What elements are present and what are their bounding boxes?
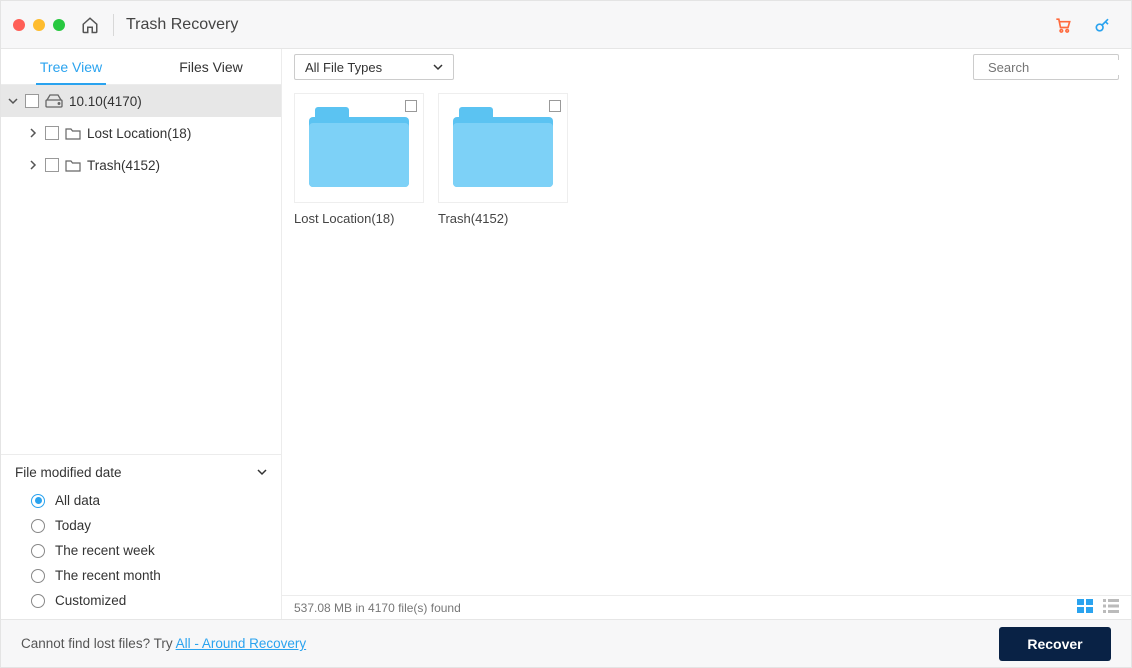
minimize-window-button[interactable] — [33, 19, 45, 31]
filter-header[interactable]: File modified date — [15, 465, 267, 480]
chevron-down-icon — [433, 60, 443, 75]
tab-label: Tree View — [40, 59, 102, 75]
traffic-lights — [13, 19, 65, 31]
tree-root[interactable]: 10.10(4170) — [1, 85, 281, 117]
grid-item-folder[interactable]: Trash(4152) — [438, 93, 568, 226]
toolbar: All File Types — [282, 49, 1131, 85]
filter-option-today[interactable]: Today — [15, 513, 267, 538]
status-text: 537.08 MB in 4170 file(s) found — [294, 601, 461, 615]
thumbnail — [438, 93, 568, 203]
filter-option-label: The recent week — [55, 543, 155, 558]
titlebar: Trash Recovery — [1, 1, 1131, 49]
filter-panel: File modified date All data Today The re… — [1, 454, 281, 619]
search-input[interactable] — [988, 60, 1131, 75]
titlebar-actions — [1053, 1, 1113, 48]
checkbox[interactable] — [25, 94, 39, 108]
file-grid: Lost Location(18) Trash(4152) — [282, 85, 1131, 595]
chevron-down-icon — [257, 465, 267, 480]
key-icon[interactable] — [1093, 15, 1113, 35]
page-title: Trash Recovery — [126, 16, 238, 34]
filter-option-all-data[interactable]: All data — [15, 488, 267, 513]
filter-option-label: Customized — [55, 593, 126, 608]
view-mode-toggles — [1077, 599, 1119, 616]
radio[interactable] — [31, 519, 45, 533]
tree: 10.10(4170) Lost Location(18) — [1, 85, 281, 454]
tree-child[interactable]: Lost Location(18) — [1, 117, 281, 149]
dropdown-value: All File Types — [305, 60, 382, 75]
view-tabs: Tree View Files View — [1, 49, 281, 85]
tree-node-label: Lost Location(18) — [87, 126, 191, 141]
footer-hint: Cannot find lost files? Try All - Around… — [21, 636, 306, 651]
tree-node-label: 10.10(4170) — [69, 94, 142, 109]
home-button[interactable] — [79, 14, 101, 36]
close-window-button[interactable] — [13, 19, 25, 31]
item-label: Trash(4152) — [438, 211, 568, 226]
radio[interactable] — [31, 569, 45, 583]
checkbox[interactable] — [45, 158, 59, 172]
checkbox[interactable] — [45, 126, 59, 140]
tab-label: Files View — [179, 59, 243, 75]
grid-view-toggle[interactable] — [1077, 599, 1093, 616]
filter-option-label: Today — [55, 518, 91, 533]
statusbar: 537.08 MB in 4170 file(s) found — [282, 595, 1131, 619]
all-around-recovery-link[interactable]: All - Around Recovery — [176, 636, 307, 651]
chevron-down-icon[interactable] — [7, 96, 19, 106]
item-label: Lost Location(18) — [294, 211, 424, 226]
tree-node-label: Trash(4152) — [87, 158, 160, 173]
main-panel: All File Types Lost Location(18) — [282, 49, 1131, 619]
tab-tree-view[interactable]: Tree View — [1, 49, 141, 84]
recover-button[interactable]: Recover — [999, 627, 1111, 661]
list-icon — [1103, 599, 1119, 613]
tree-child[interactable]: Trash(4152) — [1, 149, 281, 181]
radio[interactable] — [31, 544, 45, 558]
footer-prefix: Cannot find lost files? Try — [21, 636, 176, 651]
home-icon — [81, 16, 99, 34]
filter-option-label: The recent month — [55, 568, 161, 583]
radio-checked[interactable] — [31, 494, 45, 508]
drive-icon — [45, 94, 63, 108]
filter-title: File modified date — [15, 465, 122, 480]
folder-icon — [309, 117, 409, 187]
maximize-window-button[interactable] — [53, 19, 65, 31]
cart-icon[interactable] — [1053, 15, 1073, 35]
sidebar: Tree View Files View 10.10(4170) — [1, 49, 282, 619]
file-type-dropdown[interactable]: All File Types — [294, 54, 454, 80]
app-window: Trash Recovery Tree View Files View — [0, 0, 1132, 668]
search-box[interactable] — [973, 54, 1119, 80]
chevron-right-icon[interactable] — [27, 128, 39, 138]
folder-icon — [453, 117, 553, 187]
list-view-toggle[interactable] — [1103, 599, 1119, 616]
filter-option-label: All data — [55, 493, 100, 508]
filter-option-customized[interactable]: Customized — [15, 588, 267, 613]
radio[interactable] — [31, 594, 45, 608]
checkbox[interactable] — [405, 100, 417, 112]
folder-icon — [65, 127, 81, 140]
tab-files-view[interactable]: Files View — [141, 49, 281, 84]
filter-option-recent-week[interactable]: The recent week — [15, 538, 267, 563]
content-area: Tree View Files View 10.10(4170) — [1, 49, 1131, 619]
divider — [113, 14, 114, 36]
filter-option-recent-month[interactable]: The recent month — [15, 563, 267, 588]
chevron-right-icon[interactable] — [27, 160, 39, 170]
footer: Cannot find lost files? Try All - Around… — [1, 619, 1131, 667]
checkbox[interactable] — [549, 100, 561, 112]
folder-icon — [65, 159, 81, 172]
grid-item-folder[interactable]: Lost Location(18) — [294, 93, 424, 226]
thumbnail — [294, 93, 424, 203]
grid-icon — [1077, 599, 1093, 613]
